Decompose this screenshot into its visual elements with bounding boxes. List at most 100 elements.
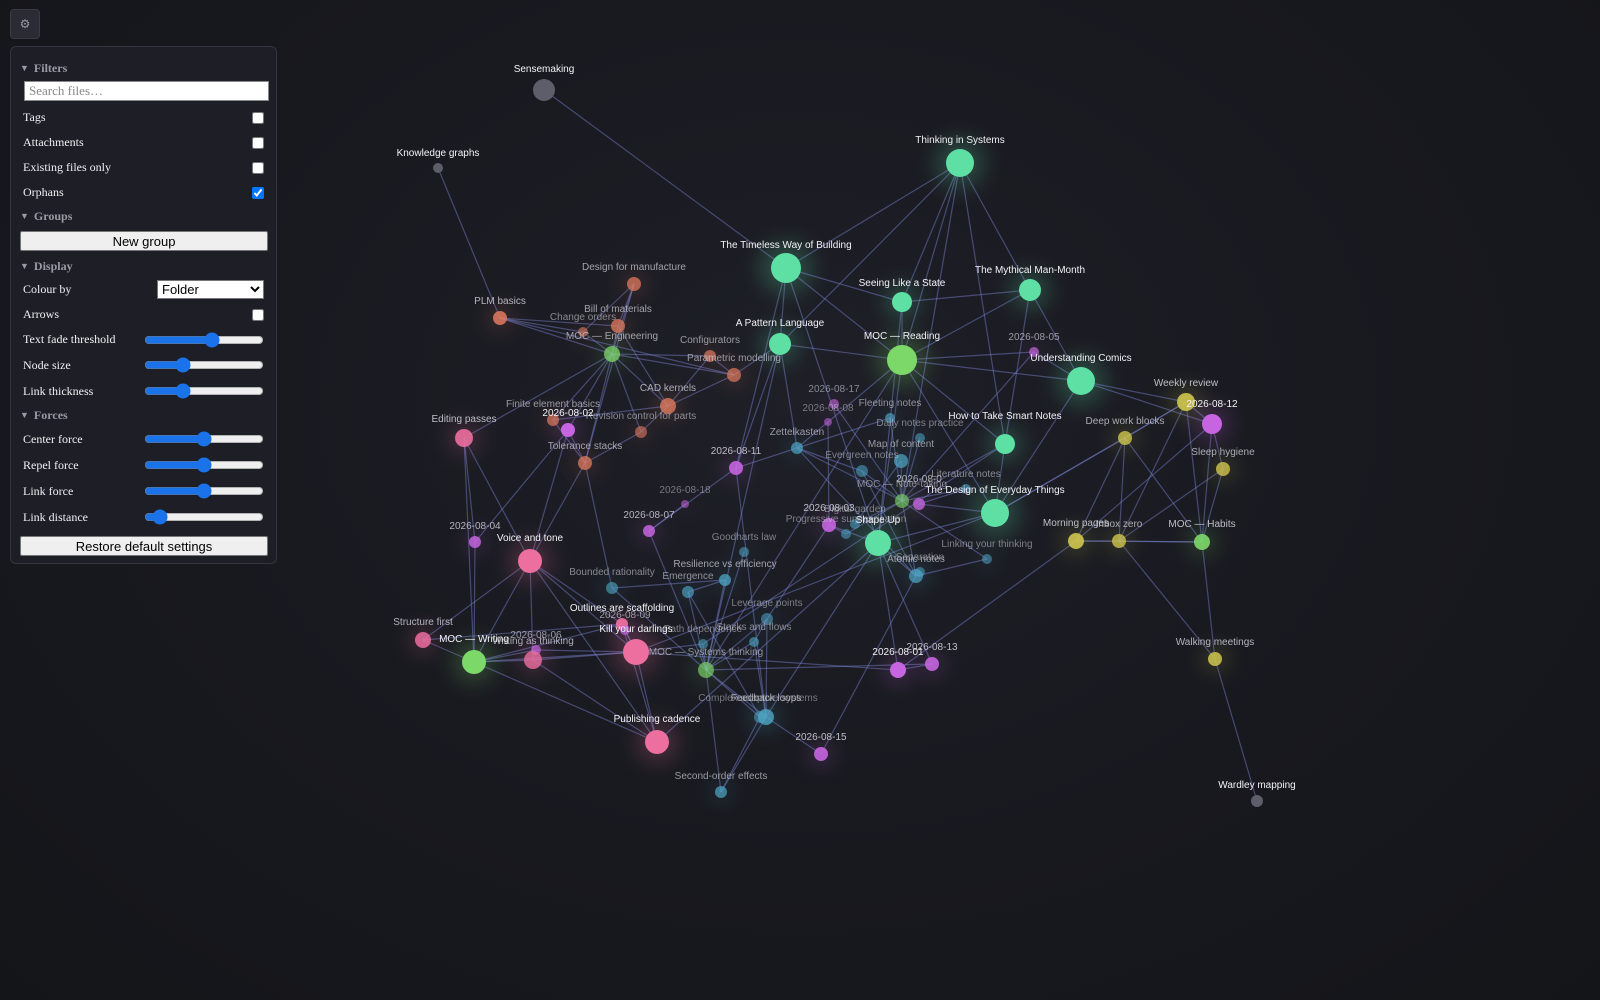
restore-defaults-button[interactable]: Restore default settings <box>20 536 268 556</box>
graph-node-lyt[interactable] <box>982 554 992 564</box>
graph-node-tdet[interactable] <box>981 499 1009 527</box>
link-distance-slider[interactable] <box>144 510 264 524</box>
graph-node-d0808[interactable] <box>824 418 832 426</box>
graph-node-gl[interactable] <box>739 547 749 557</box>
existing-files-checkbox[interactable] <box>252 161 264 174</box>
graph-node-iz[interactable] <box>1112 534 1126 548</box>
graph-node-rcp[interactable] <box>635 426 647 438</box>
node-label-wm: Walking meetings <box>1176 637 1255 648</box>
tags-checkbox[interactable] <box>252 111 264 124</box>
display-title: Display <box>33 258 73 273</box>
node-label-tol: Tolerance stacks <box>548 441 622 452</box>
graph-node-kyd[interactable] <box>623 639 649 665</box>
graph-node-pm[interactable] <box>727 368 741 382</box>
repel-force-row: Repel force <box>20 452 267 478</box>
graph-node-d0812[interactable] <box>1202 414 1222 434</box>
attachments-checkbox[interactable] <box>252 136 264 149</box>
node-label-rcp: Revision control for parts <box>586 411 697 422</box>
graph-node-plm[interactable] <box>493 311 507 325</box>
graph-node-d0813[interactable] <box>925 657 939 671</box>
graph-node-d0804[interactable] <box>469 536 481 548</box>
colour-by-label: Colour by <box>23 282 72 296</box>
node-label-htsn: How to Take Smart Notes <box>948 411 1061 422</box>
new-group-button[interactable]: New group <box>20 231 268 251</box>
graph-node-d0815[interactable] <box>814 747 828 761</box>
groups-section-header[interactable]: ▼ Groups <box>20 205 267 227</box>
graph-node-an[interactable] <box>909 569 923 583</box>
graph-node-d0818[interactable] <box>681 500 689 508</box>
graph-node-d0801[interactable] <box>890 662 906 678</box>
node-label-sf: Structure first <box>393 617 453 628</box>
graph-node-saf[interactable] <box>749 637 759 647</box>
graph-node-d0811[interactable] <box>729 461 743 475</box>
graph-node-apl[interactable] <box>769 333 791 355</box>
repel-force-slider[interactable] <box>144 458 264 472</box>
graph-node-mocst[interactable] <box>698 662 714 678</box>
graph-node-mp[interactable] <box>1068 533 1084 549</box>
display-section-header[interactable]: ▼ Display <box>20 255 267 277</box>
graph-node-wm[interactable] <box>1208 652 1222 666</box>
graph-node-htsn[interactable] <box>995 434 1015 454</box>
graph-node-rve[interactable] <box>719 574 731 586</box>
graph-node-twb[interactable] <box>771 253 801 283</box>
graph-node-sh[interactable] <box>1216 462 1230 476</box>
node-label-d0817: 2026-08-17 <box>808 384 860 395</box>
graph-node-moch[interactable] <box>1194 534 1210 550</box>
graph-node-d0802[interactable] <box>561 423 575 437</box>
graph-node-en[interactable] <box>856 465 868 477</box>
graph-node-sls[interactable] <box>892 292 912 312</box>
graph-node-mocw[interactable] <box>462 650 486 674</box>
text-fade-slider[interactable] <box>144 332 264 347</box>
graph-node-mocr[interactable] <box>887 345 917 375</box>
graph-node-tol[interactable] <box>578 456 592 470</box>
graph-node-sf[interactable] <box>415 632 431 648</box>
graph-link <box>648 467 737 532</box>
node-size-slider[interactable] <box>144 358 264 372</box>
node-label-mocr: MOC — Reading <box>864 331 940 342</box>
graph-node-d0807b[interactable] <box>913 498 925 510</box>
graph-node-vt[interactable] <box>518 549 542 573</box>
link-thickness-slider[interactable] <box>144 384 264 398</box>
forces-section-header[interactable]: ▼ Forces <box>20 404 267 426</box>
groups-title: Groups <box>33 208 73 223</box>
node-label-d0803: 2026-08-03 <box>803 503 855 514</box>
node-label-br: Bounded rationality <box>569 567 655 578</box>
orphans-checkbox[interactable] <box>252 186 264 199</box>
node-label-sh: Sleep hygiene <box>1191 447 1255 458</box>
graph-node-wat[interactable] <box>524 651 542 669</box>
graph-node-mocnt[interactable] <box>895 494 909 508</box>
graph-node-kg[interactable] <box>433 163 443 173</box>
center-force-label: Center force <box>23 431 83 446</box>
graph-node-dwb[interactable] <box>1118 431 1132 445</box>
node-label-ward: Wardley mapping <box>1218 780 1295 791</box>
arrows-checkbox[interactable] <box>252 308 264 321</box>
graph-node-soe[interactable] <box>715 786 727 798</box>
graph-node-tis[interactable] <box>946 149 974 177</box>
graph-node-ps[interactable] <box>841 529 851 539</box>
graph-node-emg[interactable] <box>682 586 694 598</box>
filter-toggle-tags: Tags <box>20 105 267 130</box>
graph-node-dfm[interactable] <box>627 277 641 291</box>
graph-node-fl[interactable] <box>758 709 774 725</box>
graph-node-ward[interactable] <box>1251 795 1263 807</box>
graph-node-d0807[interactable] <box>643 525 655 537</box>
graph-node-br[interactable] <box>606 582 618 594</box>
graph-node-ep[interactable] <box>455 429 473 447</box>
center-force-row: Center force <box>20 426 267 452</box>
center-force-slider[interactable] <box>144 432 264 446</box>
graph-node-uc[interactable] <box>1067 367 1095 395</box>
link-force-row: Link force <box>20 478 267 504</box>
settings-toggle-button[interactable]: ⚙ <box>10 9 40 39</box>
graph-node-moce[interactable] <box>604 346 620 362</box>
link-force-slider[interactable] <box>144 484 264 498</box>
graph-node-sense[interactable] <box>533 79 555 101</box>
graph-node-su[interactable] <box>865 530 891 556</box>
colour-by-select[interactable]: Folder <box>157 280 264 299</box>
graph-link <box>959 162 1006 445</box>
search-files-input[interactable] <box>24 81 269 101</box>
graph-node-pc[interactable] <box>645 730 669 754</box>
graph-node-tmm[interactable] <box>1019 279 1041 301</box>
node-label-dwb: Deep work blocks <box>1086 416 1165 427</box>
graph-node-zk[interactable] <box>791 442 803 454</box>
filters-section-header[interactable]: ▼ Filters <box>20 57 267 79</box>
